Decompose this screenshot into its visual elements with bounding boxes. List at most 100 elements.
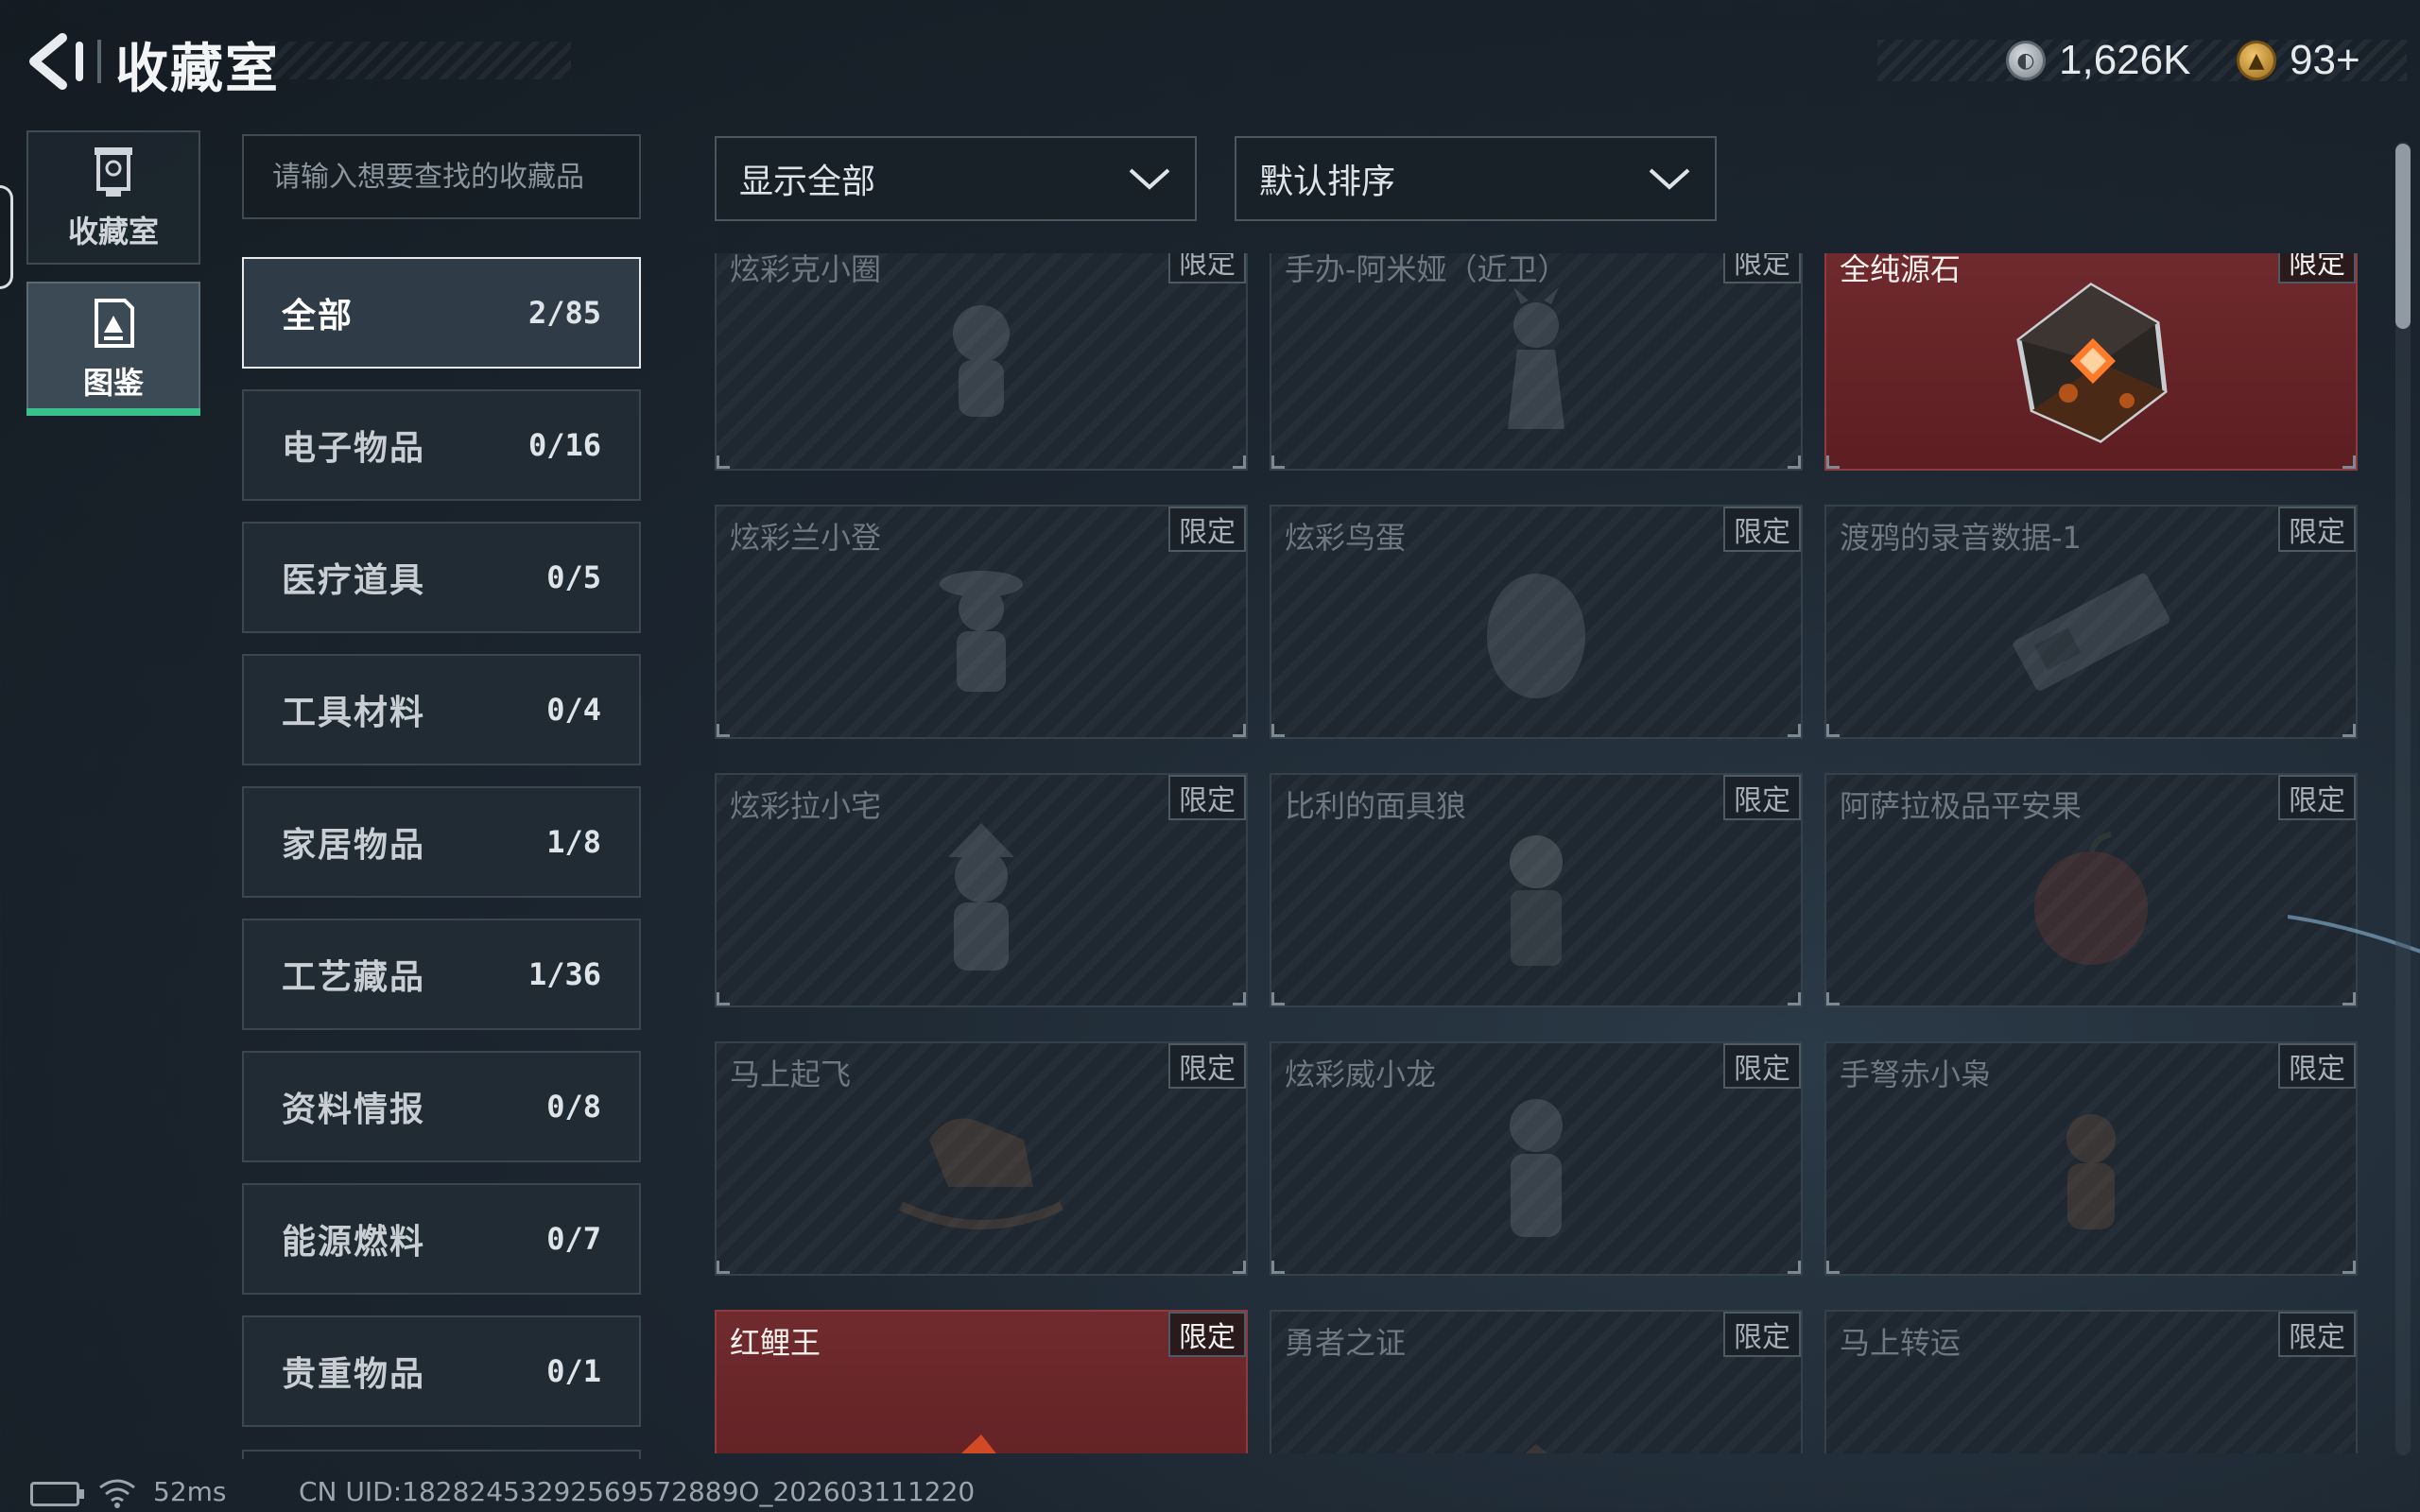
rail-tab-label: 图鉴 <box>82 365 144 401</box>
latency-readout: 52ms <box>153 1476 227 1507</box>
recorder-icon <box>2013 573 2170 691</box>
category-intel[interactable]: 资料情报 0/8 <box>242 1051 641 1162</box>
category-name: 全部 <box>282 297 354 335</box>
rail-collapse-handle[interactable] <box>0 185 13 289</box>
limited-tag: 限定 <box>1168 1043 1246 1089</box>
currency-2-value: 93+ <box>2290 37 2360 83</box>
category-count: 1/8 <box>546 824 601 860</box>
category-name: 工具材料 <box>282 694 426 732</box>
category-name: 贵重物品 <box>282 1355 426 1394</box>
codex-book-icon <box>95 299 134 348</box>
limited-tag: 限定 <box>1723 775 1801 820</box>
item-card[interactable]: 阿萨拉极品平安果 限定 <box>1824 773 2358 1007</box>
rail-tab-collection-room[interactable]: 收藏室 <box>26 130 200 265</box>
category-electronics[interactable]: 电子物品 0/16 <box>242 389 641 501</box>
limited-tag: 限定 <box>1168 253 1246 284</box>
limited-tag: 限定 <box>1723 507 1801 552</box>
item-card[interactable]: 比利的面具狼 限定 <box>1270 773 1803 1007</box>
category-count: 0/8 <box>546 1089 601 1125</box>
item-name: 渡鸦的录音数据-1 <box>1840 520 2082 556</box>
coin-icon <box>2020 1449 2162 1453</box>
originium-crystal-icon <box>2016 282 2168 443</box>
category-count: 0/4 <box>546 692 601 728</box>
red-carp-icon <box>961 1435 996 1453</box>
limited-tag: 限定 <box>1168 1312 1246 1357</box>
figurine-icon <box>1510 1098 1563 1237</box>
battery-icon <box>30 1482 84 1506</box>
item-name: 手弩赤小枭 <box>1840 1057 1992 1092</box>
scrollbar-thumb[interactable] <box>2395 144 2411 329</box>
item-name: 手办-阿米娅（近卫） <box>1285 253 1568 287</box>
status-bar: 52ms CN UID:18282453292569572889O_202603… <box>0 1470 2420 1512</box>
currency-1[interactable]: ◐ 1,626K <box>2006 32 2190 89</box>
item-name: 炫彩拉小宅 <box>730 788 882 824</box>
item-card[interactable]: 渡鸦的录音数据-1 限定 <box>1824 505 2358 739</box>
item-card[interactable]: 炫彩威小龙 限定 <box>1270 1041 1803 1276</box>
item-card[interactable]: 马上起飞 限定 <box>715 1041 1248 1276</box>
title-decoration <box>270 42 571 79</box>
item-name: 全纯源石 <box>1840 253 1962 287</box>
triangle-token-icon: ▲ <box>2237 41 2276 80</box>
limited-tag: 限定 <box>2278 507 2356 552</box>
category-list-overflow-edge <box>242 1450 641 1459</box>
item-card[interactable]: 炫彩兰小登 限定 <box>715 505 1248 739</box>
limited-tag: 限定 <box>1723 1043 1801 1089</box>
coin-icon: ◐ <box>2006 41 2046 80</box>
item-name: 红鲤王 <box>730 1325 821 1361</box>
item-card[interactable]: 马上转运 限定 <box>1824 1310 2358 1453</box>
grid-scrollbar[interactable] <box>2395 142 2411 1455</box>
sort-dropdown[interactable]: 默认排序 <box>1235 136 1717 221</box>
wifi-icon <box>99 1479 135 1508</box>
collection-grid[interactable]: 炫彩克小圈 限定 手办-阿米娅（近卫） 限定 全纯源石 限定 炫彩兰小登 限定 <box>715 253 2360 1453</box>
limited-tag: 限定 <box>2278 253 2356 284</box>
limited-tag: 限定 <box>2278 775 2356 820</box>
item-name: 炫彩克小圈 <box>730 253 882 287</box>
category-count: 1/36 <box>527 956 601 992</box>
back-button[interactable] <box>25 32 87 91</box>
currency-2[interactable]: ▲ 93+ <box>2237 32 2360 89</box>
item-name: 炫彩兰小登 <box>730 520 882 556</box>
item-card[interactable]: 勇者之证 限定 <box>1270 1310 1803 1453</box>
item-name: 炫彩威小龙 <box>1285 1057 1437 1092</box>
rail-tab-label: 收藏室 <box>67 214 159 249</box>
limited-tag: 限定 <box>1168 775 1246 820</box>
display-filter-dropdown[interactable]: 显示全部 <box>715 136 1197 221</box>
limited-tag: 限定 <box>1168 507 1246 552</box>
item-card[interactable]: 炫彩拉小宅 限定 <box>715 773 1248 1007</box>
category-count: 0/16 <box>527 427 601 463</box>
limited-tag: 限定 <box>1723 1312 1801 1357</box>
item-card[interactable]: 炫彩鸟蛋 限定 <box>1270 505 1803 739</box>
category-household[interactable]: 家居物品 1/8 <box>242 786 641 898</box>
category-tools[interactable]: 工具材料 0/4 <box>242 654 641 765</box>
top-bar: 收藏室 ◐ 1,626K ▲ 93+ <box>0 0 2420 123</box>
item-card[interactable]: 手弩赤小枭 限定 <box>1824 1041 2358 1276</box>
owl-figure-icon <box>2066 1113 2116 1229</box>
item-name: 炫彩鸟蛋 <box>1285 520 1407 556</box>
category-count: 0/5 <box>546 559 601 595</box>
apple-icon <box>2034 831 2148 965</box>
item-card[interactable]: 红鲤王 限定 <box>715 1310 1248 1453</box>
title-divider <box>97 40 101 83</box>
chevron-down-icon <box>1129 168 1170 190</box>
item-card[interactable]: 手办-阿米娅（近卫） 限定 <box>1270 253 1803 471</box>
rail-tab-codex[interactable]: 图鉴 <box>26 282 200 416</box>
trophy-box-icon <box>95 147 132 197</box>
category-crafts[interactable]: 工艺藏品 1/36 <box>242 919 641 1030</box>
rocking-horse-icon <box>898 1118 1064 1229</box>
search-input[interactable] <box>242 134 641 219</box>
category-count: 0/1 <box>546 1353 601 1389</box>
category-all[interactable]: 全部 2/85 <box>242 257 641 369</box>
item-name: 马上转运 <box>1840 1325 1962 1361</box>
figurine-icon <box>1508 286 1564 429</box>
category-count: 2/85 <box>527 295 601 331</box>
category-medical[interactable]: 医疗道具 0/5 <box>242 522 641 633</box>
sort-value: 默认排序 <box>1259 163 1396 201</box>
figurine-icon <box>953 304 1010 417</box>
category-fuel[interactable]: 能源燃料 0/7 <box>242 1183 641 1295</box>
item-card[interactable]: 全纯源石 限定 <box>1824 253 2358 471</box>
category-count: 0/7 <box>546 1221 601 1257</box>
category-name: 工艺藏品 <box>282 958 426 997</box>
item-card[interactable]: 炫彩克小圈 限定 <box>715 253 1248 471</box>
figurine-icon <box>940 570 1023 692</box>
category-valuables[interactable]: 贵重物品 0/1 <box>242 1315 641 1427</box>
